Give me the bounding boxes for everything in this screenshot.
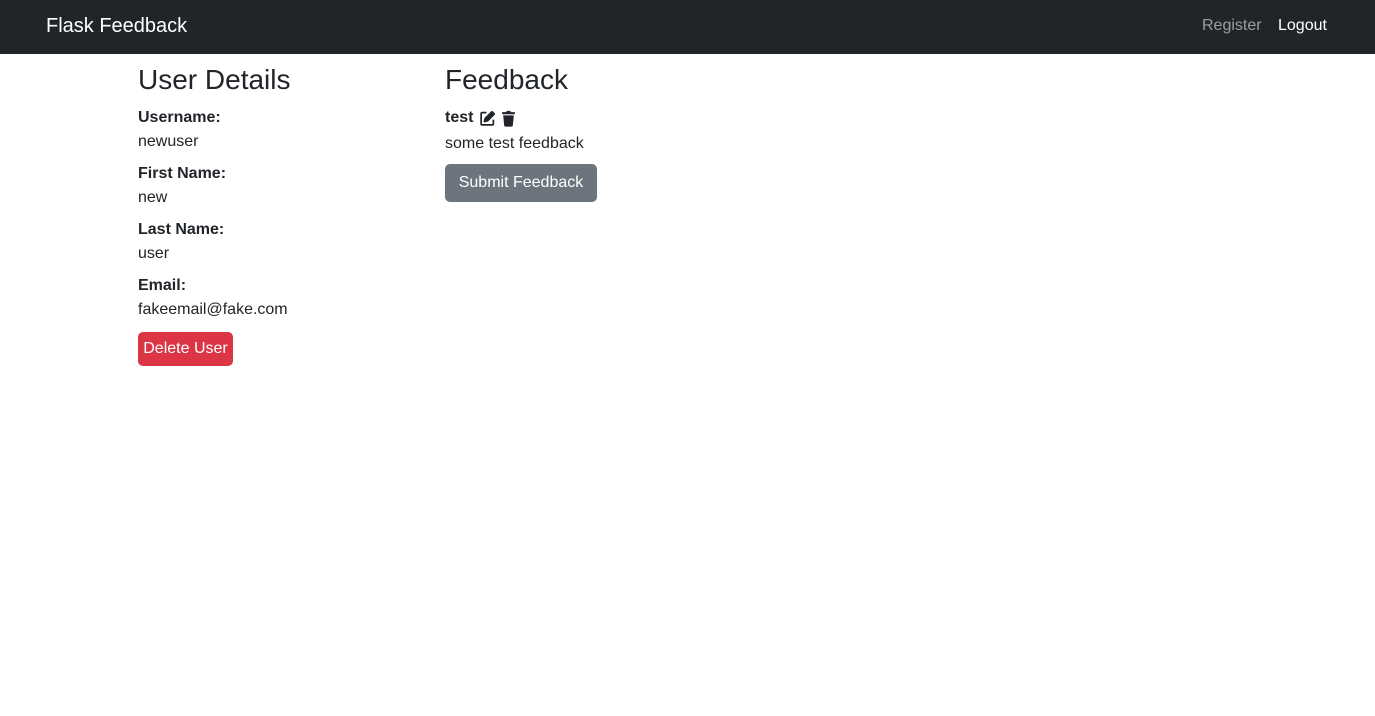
last-name-label: Last Name: (138, 221, 225, 238)
last-name-value: user (138, 245, 170, 262)
feedback-title: test (445, 109, 474, 126)
email-label: Email: (138, 277, 187, 294)
trash-icon[interactable] (499, 109, 517, 127)
email-value: fakeemail@fake.com (138, 301, 288, 318)
edit-icon[interactable] (478, 109, 496, 127)
username-value: newuser (138, 133, 199, 150)
username-field: Username: newuser (138, 106, 418, 154)
username-label: Username: (138, 109, 221, 126)
last-name-field: Last Name: user (138, 218, 418, 266)
feedback-item: test some test feedback (445, 106, 845, 156)
delete-user-button[interactable]: Delete User (138, 332, 233, 366)
feedback-title-row: test (445, 106, 845, 130)
submit-feedback-button[interactable]: Submit Feedback (445, 164, 597, 202)
feedback-heading: Feedback (445, 64, 568, 95)
nav-logout-link[interactable]: Logout (1278, 16, 1327, 36)
brand-link[interactable]: Flask Feedback (46, 14, 187, 38)
nav-register-link[interactable]: Register (1202, 16, 1262, 36)
feedback-content: some test feedback (445, 135, 584, 152)
email-field: Email: fakeemail@fake.com (138, 274, 418, 322)
user-details-heading: User Details (138, 64, 291, 95)
first-name-field: First Name: new (138, 162, 418, 210)
navbar: Flask Feedback Register Logout (0, 0, 1375, 54)
first-name-label: First Name: (138, 165, 227, 182)
user-details-section: User Details Username: newuser First Nam… (138, 64, 418, 366)
feedback-section: Feedback test some test feedback Submit … (445, 64, 845, 202)
first-name-value: new (138, 189, 168, 206)
